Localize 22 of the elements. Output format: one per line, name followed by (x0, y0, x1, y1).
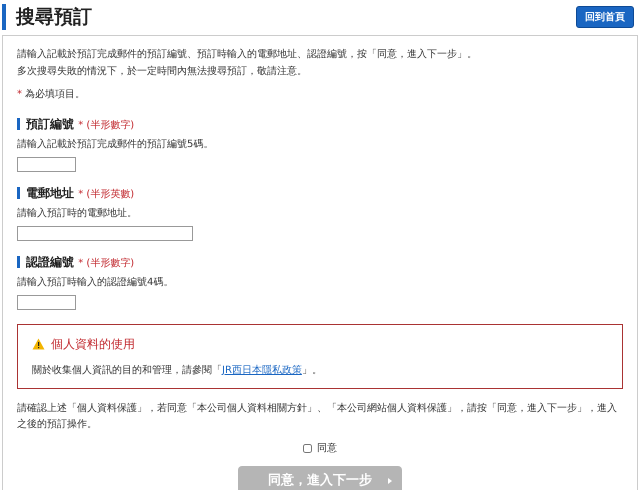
privacy-policy-link[interactable]: JR西日本隱私政策 (222, 365, 302, 376)
input-field[interactable] (17, 157, 76, 172)
intro-text: 請輸入記載於預訂完成郵件的預訂編號、預訂時輸入的電郵地址、認證編號，按「同意，進入下一步」。 (17, 48, 478, 62)
agree-checkbox[interactable] (303, 444, 312, 453)
page-title: 搜尋預訂 (16, 5, 92, 30)
field-label: 認證編號 * (半形數字) (26, 254, 134, 271)
field-label: 預訂編號 * (半形數字) (26, 116, 134, 133)
input-field[interactable] (17, 226, 193, 241)
intro-text: 多次搜尋失敗的情況下，於一定時間內無法搜尋預訂，敬請注意。 (17, 64, 308, 79)
privacy-title: 個人資料的使用 (51, 336, 135, 353)
agree-label: 同意 (317, 442, 337, 456)
field-description: 請輸入預訂時的電郵地址。 (17, 206, 138, 221)
input-field[interactable] (17, 295, 76, 310)
field-description: 請輸入記載於預訂完成郵件的預訂編號5碼。 (17, 138, 214, 152)
home-button[interactable]: 回到首頁 (576, 6, 634, 28)
required-note: * 為必填項目。 (17, 88, 86, 102)
field-label: 電郵地址 * (半形英數) (26, 185, 134, 202)
warning-icon (32, 338, 45, 350)
consent-text: 請確認上述「個人資料保護」，若同意「本公司個人資料相關方針」、「本公司網站個人資料保護」，請按「同意，進入下一步」，進入之後的預訂操作。 (17, 402, 618, 432)
privacy-text: 關於收集個人資訊的目的和管理，請參閱「JR西日本隱私政策」。 (32, 364, 323, 378)
field-description: 請輸入預訂時輸入的認證編號4碼。 (17, 276, 174, 290)
next-button: 同意，進入下一步 (238, 466, 402, 490)
